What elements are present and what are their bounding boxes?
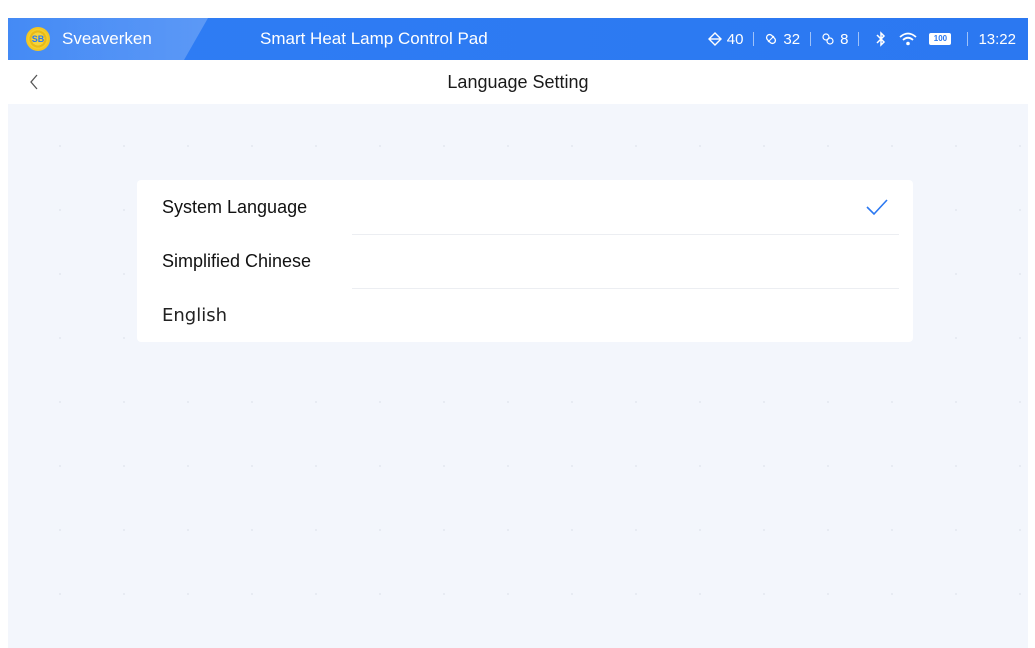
status-bar: SB Sveaverken Smart Heat Lamp Control Pa… xyxy=(8,18,1028,60)
bluetooth-icon xyxy=(875,31,887,47)
diamond-sensor-icon xyxy=(707,32,722,46)
wifi-icon xyxy=(899,32,918,46)
language-list: System Language Simplified Chinese Engli… xyxy=(137,180,913,342)
pill-sensor-icon xyxy=(766,33,777,45)
language-option-system[interactable]: System Language xyxy=(137,180,913,234)
checkmark-icon xyxy=(866,199,888,216)
page-title: Language Setting xyxy=(447,71,589,92)
brand-name: Sveaverken xyxy=(62,29,152,48)
back-button[interactable] xyxy=(22,70,46,94)
language-option-simplified-chinese[interactable]: Simplified Chinese xyxy=(137,234,913,288)
stat-1-value: 40 xyxy=(726,30,744,48)
language-option-english[interactable]: English xyxy=(137,288,913,342)
stat-humidity: 32 xyxy=(764,31,800,48)
nav-bar: Language Setting xyxy=(8,60,1028,104)
stat-3-value: 8 xyxy=(840,30,849,48)
status-indicators: 40 32 8 100 13:22 xyxy=(707,18,1016,60)
brand: SB Sveaverken xyxy=(8,18,208,60)
divider xyxy=(810,32,812,46)
language-label: Simplified Chinese xyxy=(162,250,312,271)
stat-lamps: 8 xyxy=(821,31,848,48)
divider xyxy=(753,32,755,46)
divider xyxy=(858,32,860,46)
chevron-left-icon xyxy=(30,74,38,90)
stat-2-value: 32 xyxy=(783,30,801,48)
brand-logo-icon: SB xyxy=(26,27,50,51)
clock: 13:22 xyxy=(978,30,1016,48)
cluster-sensor-icon xyxy=(822,33,834,45)
screen: SB Sveaverken Smart Heat Lamp Control Pa… xyxy=(8,18,1028,648)
app-title: Smart Heat Lamp Control Pad xyxy=(260,29,488,48)
language-label: English xyxy=(162,304,227,326)
language-label: System Language xyxy=(162,196,308,217)
logo-text: SB xyxy=(31,34,45,44)
battery-icon: 100 xyxy=(929,33,952,45)
stat-temperature: 40 xyxy=(707,30,744,48)
divider xyxy=(967,32,969,46)
